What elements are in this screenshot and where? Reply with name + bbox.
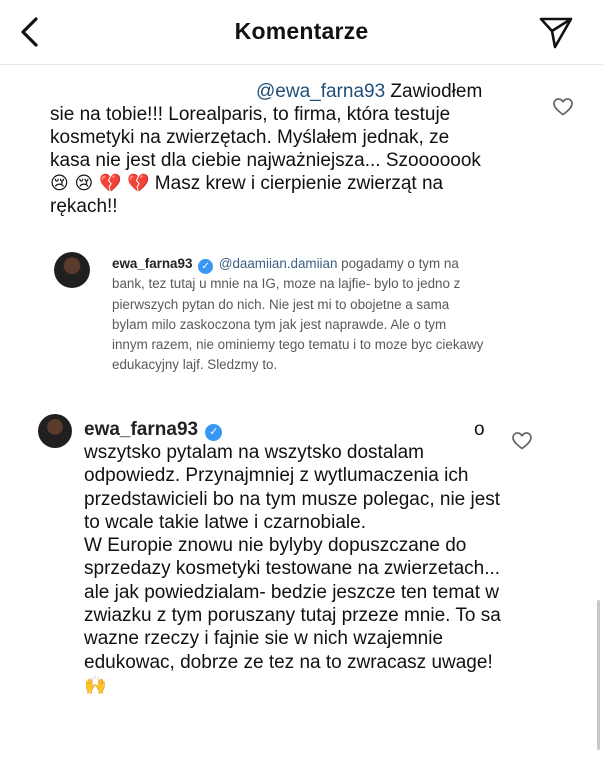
avatar[interactable] — [54, 252, 90, 288]
heart-icon[interactable] — [553, 98, 573, 116]
comment-text: @ewa_farna93 Zawiodłem sie na tobie!!! L… — [50, 80, 490, 218]
verified-badge-icon: ✓ — [205, 424, 223, 441]
verified-badge-icon: ✓ — [198, 259, 214, 274]
reply-text: ewa_farna93 ✓ @daamiian.damiian pogadamy… — [112, 254, 484, 376]
top-bar: Komentarze — [0, 0, 603, 65]
heart-icon[interactable] — [512, 432, 532, 450]
username[interactable]: ewa_farna93 — [84, 419, 198, 440]
send-icon[interactable] — [538, 14, 574, 50]
reply-body: pogadamy o tym na bank, tez tutaj u mnie… — [112, 256, 484, 373]
emoji-group: 😢 😢 💔 💔 — [50, 173, 150, 194]
username[interactable]: ewa_farna93 — [112, 256, 192, 271]
comment-body: wszytsko pytalam na wszytsko dostalam od… — [84, 442, 501, 673]
page-title: Komentarze — [234, 18, 369, 44]
avatar[interactable] — [38, 414, 72, 448]
comment-text: wszytsko pytalam na wszytsko dostalam od… — [84, 441, 514, 697]
mention-link[interactable]: @daamiian.damiian — [219, 256, 338, 271]
comment-text-part: o — [474, 419, 485, 440]
mention-link[interactable]: @ewa_farna93 — [256, 81, 385, 102]
scrollbar[interactable] — [597, 600, 600, 750]
emoji: 🙌 — [84, 674, 107, 696]
comment-header: ewa_farna93 ✓ o — [84, 418, 494, 441]
